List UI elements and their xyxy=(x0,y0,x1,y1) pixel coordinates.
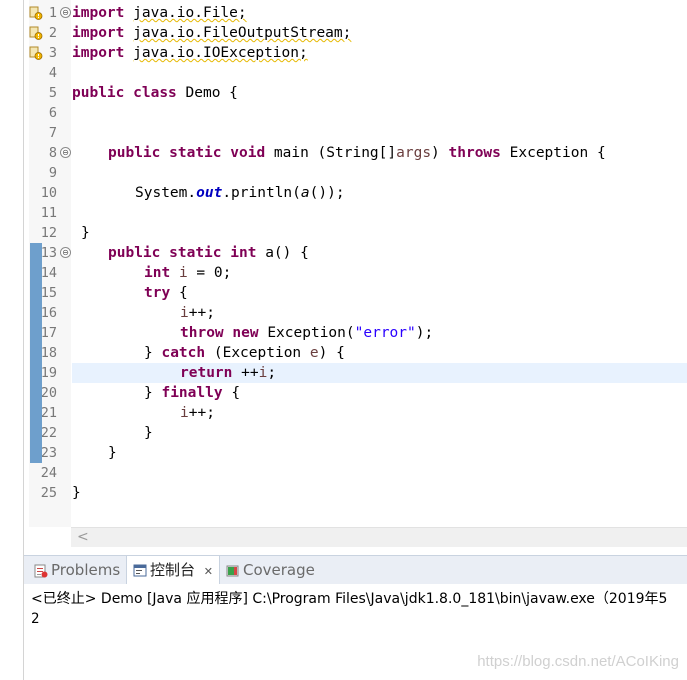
code-editor[interactable]: 1 2 3 4 5 6 7 8 9 10 11 12 13 14 15 16 1… xyxy=(0,0,687,527)
code-line-23: } xyxy=(108,445,117,461)
code-line-10: System.out.println(a()); xyxy=(135,185,345,201)
console-icon xyxy=(133,564,147,576)
line-number: 25 xyxy=(40,485,57,501)
view-tab-bar: Problems 控制台 ✕ Coverage xyxy=(24,555,687,585)
code-line-8: public static void main (String[]args) t… xyxy=(108,145,606,161)
line-number: 6 xyxy=(48,105,57,121)
line-number: 7 xyxy=(48,125,57,141)
panel-separator xyxy=(24,547,687,555)
code-line-14: int i = 0; xyxy=(144,265,232,281)
line-number: 9 xyxy=(48,165,57,181)
close-icon[interactable]: ✕ xyxy=(204,565,213,578)
code-line-20: } finally { xyxy=(144,385,241,401)
scroll-left-icon[interactable]: < xyxy=(77,529,89,545)
coverage-icon xyxy=(226,565,239,576)
code-line-17: throw new Exception("error"); xyxy=(180,325,434,341)
tab-problems-label: Problems xyxy=(51,561,121,579)
warning-icon[interactable] xyxy=(29,46,43,60)
tab-coverage-label: Coverage xyxy=(243,561,315,579)
console-output: 2 xyxy=(31,611,40,627)
tab-coverage[interactable]: Coverage xyxy=(222,556,319,584)
horizontal-scrollbar[interactable]: < xyxy=(71,527,687,547)
tab-console[interactable]: 控制台 ✕ xyxy=(126,556,221,584)
range-indicator xyxy=(30,243,42,463)
code-area[interactable]: import java.io.File; import java.io.File… xyxy=(72,0,687,527)
code-line-12: } xyxy=(81,225,90,241)
tab-console-label: 控制台 xyxy=(150,561,196,579)
tab-problems[interactable]: Problems xyxy=(30,556,124,584)
line-number: 10 xyxy=(40,185,57,201)
watermark: https://blog.csdn.net/ACoIKing xyxy=(477,653,679,670)
collapse-icon[interactable]: ⊖ xyxy=(60,7,71,18)
line-number: 4 xyxy=(48,65,57,81)
line-number: 5 xyxy=(48,85,57,101)
code-line-1: import java.io.File; xyxy=(72,5,247,21)
code-line-19: return ++i; xyxy=(180,365,277,381)
collapse-icon[interactable]: ⊖ xyxy=(60,247,71,258)
line-number: 24 xyxy=(40,465,57,481)
code-line-5: public class Demo { xyxy=(72,85,238,101)
code-line-2: import java.io.FileOutputStream; xyxy=(72,25,352,41)
code-line-21: i++; xyxy=(180,405,215,421)
line-number: 8 xyxy=(48,145,57,161)
code-line-16: i++; xyxy=(180,305,215,321)
line-number: 11 xyxy=(40,205,57,221)
console-status-line: <已终止> Demo [Java 应用程序] C:\Program Files\… xyxy=(31,591,668,607)
warning-icon[interactable] xyxy=(29,26,43,40)
code-line-18: } catch (Exception e) { xyxy=(144,345,345,361)
code-line-13: public static int a() { xyxy=(108,245,309,261)
problems-icon xyxy=(34,564,48,577)
code-line-22: } xyxy=(144,425,153,441)
warning-icon[interactable] xyxy=(29,6,43,20)
line-number: 12 xyxy=(40,225,57,241)
code-line-3: import java.io.IOException; xyxy=(72,45,308,61)
code-line-25: } xyxy=(72,485,81,501)
collapse-icon[interactable]: ⊖ xyxy=(60,147,71,158)
code-line-15: try { xyxy=(144,285,188,301)
